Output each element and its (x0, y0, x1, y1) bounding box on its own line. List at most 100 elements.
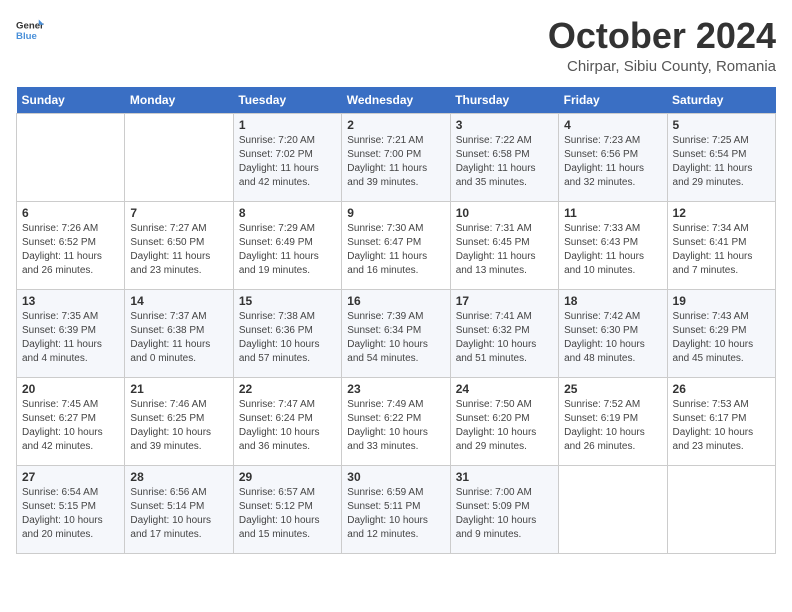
day-header-tuesday: Tuesday (233, 87, 341, 114)
day-number: 10 (456, 206, 553, 220)
day-info: Sunrise: 7:27 AM Sunset: 6:50 PM Dayligh… (130, 222, 227, 278)
day-number: 26 (673, 382, 770, 396)
day-number: 24 (456, 382, 553, 396)
calendar-table: SundayMondayTuesdayWednesdayThursdayFrid… (16, 87, 776, 554)
day-info: Sunrise: 7:34 AM Sunset: 6:41 PM Dayligh… (673, 222, 770, 278)
calendar-cell: 23Sunrise: 7:49 AM Sunset: 6:22 PM Dayli… (342, 377, 450, 465)
calendar-cell (559, 465, 667, 553)
day-info: Sunrise: 7:42 AM Sunset: 6:30 PM Dayligh… (564, 310, 661, 366)
day-number: 17 (456, 294, 553, 308)
day-info: Sunrise: 6:56 AM Sunset: 5:14 PM Dayligh… (130, 486, 227, 542)
day-header-wednesday: Wednesday (342, 87, 450, 114)
day-info: Sunrise: 7:23 AM Sunset: 6:56 PM Dayligh… (564, 134, 661, 190)
header: General Blue October 2024 Chirpar, Sibiu… (16, 16, 776, 75)
day-number: 14 (130, 294, 227, 308)
calendar-cell: 5Sunrise: 7:25 AM Sunset: 6:54 PM Daylig… (667, 113, 775, 201)
day-number: 5 (673, 118, 770, 132)
day-header-monday: Monday (125, 87, 233, 114)
calendar-cell (125, 113, 233, 201)
calendar-cell: 30 Sunrise: 6:59 AM Sunset: 5:11 PM Dayli… (342, 465, 450, 553)
day-number: 16 (347, 294, 444, 308)
calendar-cell: 17Sunrise: 7:41 AM Sunset: 6:32 PM Dayli… (450, 289, 558, 377)
calendar-week-row: 13 Sunrise: 7:35 AM Sunset: 6:39 PM Dayli… (17, 289, 776, 377)
calendar-cell: 29 Sunrise: 6:57 AM Sunset: 5:12 PM Dayli… (233, 465, 341, 553)
day-info: Sunrise: 7:00 AM Sunset: 5:09 PM Dayligh… (456, 486, 553, 542)
calendar-cell: 31 Sunrise: 7:00 AM Sunset: 5:09 PM Dayli… (450, 465, 558, 553)
day-number: 22 (239, 382, 336, 396)
calendar-cell: 27 Sunrise: 6:54 AM Sunset: 5:15 PM Dayli… (17, 465, 125, 553)
day-number: 8 (239, 206, 336, 220)
day-info: Sunrise: 7:43 AM Sunset: 6:29 PM Dayligh… (673, 310, 770, 366)
day-number: 3 (456, 118, 553, 132)
calendar-cell: 21 Sunrise: 7:46 AM Sunset: 6:25 PM Dayli… (125, 377, 233, 465)
calendar-week-row: 1 Sunrise: 7:20 AM Sunset: 7:02 PM Daylig… (17, 113, 776, 201)
calendar-cell: 20 Sunrise: 7:45 AM Sunset: 6:27 PM Dayli… (17, 377, 125, 465)
calendar-cell: 14Sunrise: 7:37 AM Sunset: 6:38 PM Dayli… (125, 289, 233, 377)
calendar-week-row: 27 Sunrise: 6:54 AM Sunset: 5:15 PM Dayli… (17, 465, 776, 553)
calendar-cell: 24Sunrise: 7:50 AM Sunset: 6:20 PM Dayli… (450, 377, 558, 465)
day-info: Sunrise: 7:52 AM Sunset: 6:19 PM Dayligh… (564, 398, 661, 454)
calendar-cell: 1 Sunrise: 7:20 AM Sunset: 7:02 PM Daylig… (233, 113, 341, 201)
day-number: 30 (347, 470, 444, 484)
day-number: 23 (347, 382, 444, 396)
month-title: October 2024 (548, 16, 776, 56)
day-number: 27 (22, 470, 119, 484)
day-info: Sunrise: 7:33 AM Sunset: 6:43 PM Dayligh… (564, 222, 661, 278)
calendar-cell: 25 Sunrise: 7:52 AM Sunset: 6:19 PM Dayli… (559, 377, 667, 465)
calendar-cell: 13 Sunrise: 7:35 AM Sunset: 6:39 PM Dayli… (17, 289, 125, 377)
calendar-cell: 18 Sunrise: 7:42 AM Sunset: 6:30 PM Dayli… (559, 289, 667, 377)
logo-icon: General Blue (16, 16, 44, 44)
calendar-cell: 2Sunrise: 7:21 AM Sunset: 7:00 PM Daylig… (342, 113, 450, 201)
day-info: Sunrise: 6:59 AM Sunset: 5:11 PM Dayligh… (347, 486, 444, 542)
day-number: 4 (564, 118, 661, 132)
day-number: 18 (564, 294, 661, 308)
day-info: Sunrise: 7:46 AM Sunset: 6:25 PM Dayligh… (130, 398, 227, 454)
day-info: Sunrise: 6:54 AM Sunset: 5:15 PM Dayligh… (22, 486, 119, 542)
day-header-thursday: Thursday (450, 87, 558, 114)
calendar-cell: 22Sunrise: 7:47 AM Sunset: 6:24 PM Dayli… (233, 377, 341, 465)
location-title: Chirpar, Sibiu County, Romania (548, 58, 776, 75)
day-number: 21 (130, 382, 227, 396)
day-number: 9 (347, 206, 444, 220)
calendar-cell: 7 Sunrise: 7:27 AM Sunset: 6:50 PM Daylig… (125, 201, 233, 289)
day-header-saturday: Saturday (667, 87, 775, 114)
calendar-cell: 8 Sunrise: 7:29 AM Sunset: 6:49 PM Daylig… (233, 201, 341, 289)
day-number: 1 (239, 118, 336, 132)
day-info: Sunrise: 7:38 AM Sunset: 6:36 PM Dayligh… (239, 310, 336, 366)
calendar-week-row: 20 Sunrise: 7:45 AM Sunset: 6:27 PM Dayli… (17, 377, 776, 465)
day-number: 20 (22, 382, 119, 396)
day-info: Sunrise: 7:29 AM Sunset: 6:49 PM Dayligh… (239, 222, 336, 278)
calendar-cell: 28Sunrise: 6:56 AM Sunset: 5:14 PM Dayli… (125, 465, 233, 553)
svg-text:Blue: Blue (16, 31, 37, 42)
calendar-cell: 9Sunrise: 7:30 AM Sunset: 6:47 PM Daylig… (342, 201, 450, 289)
calendar-cell: 16 Sunrise: 7:39 AM Sunset: 6:34 PM Dayli… (342, 289, 450, 377)
day-info: Sunrise: 7:31 AM Sunset: 6:45 PM Dayligh… (456, 222, 553, 278)
day-number: 19 (673, 294, 770, 308)
day-number: 6 (22, 206, 119, 220)
day-info: Sunrise: 7:21 AM Sunset: 7:00 PM Dayligh… (347, 134, 444, 190)
day-info: Sunrise: 7:26 AM Sunset: 6:52 PM Dayligh… (22, 222, 119, 278)
day-info: Sunrise: 7:53 AM Sunset: 6:17 PM Dayligh… (673, 398, 770, 454)
day-header-sunday: Sunday (17, 87, 125, 114)
calendar-cell: 11Sunrise: 7:33 AM Sunset: 6:43 PM Dayli… (559, 201, 667, 289)
day-number: 7 (130, 206, 227, 220)
day-number: 13 (22, 294, 119, 308)
day-info: Sunrise: 7:39 AM Sunset: 6:34 PM Dayligh… (347, 310, 444, 366)
calendar-cell: 19 Sunrise: 7:43 AM Sunset: 6:29 PM Dayli… (667, 289, 775, 377)
calendar-cell: 6 Sunrise: 7:26 AM Sunset: 6:52 PM Daylig… (17, 201, 125, 289)
day-info: Sunrise: 7:35 AM Sunset: 6:39 PM Dayligh… (22, 310, 119, 366)
day-info: Sunrise: 6:57 AM Sunset: 5:12 PM Dayligh… (239, 486, 336, 542)
calendar-body: 1 Sunrise: 7:20 AM Sunset: 7:02 PM Daylig… (17, 113, 776, 553)
calendar-cell: 10 Sunrise: 7:31 AM Sunset: 6:45 PM Dayli… (450, 201, 558, 289)
day-number: 25 (564, 382, 661, 396)
day-info: Sunrise: 7:45 AM Sunset: 6:27 PM Dayligh… (22, 398, 119, 454)
day-number: 29 (239, 470, 336, 484)
calendar-cell (17, 113, 125, 201)
day-header-friday: Friday (559, 87, 667, 114)
calendar-cell: 4 Sunrise: 7:23 AM Sunset: 6:56 PM Daylig… (559, 113, 667, 201)
day-number: 31 (456, 470, 553, 484)
day-info: Sunrise: 7:22 AM Sunset: 6:58 PM Dayligh… (456, 134, 553, 190)
day-number: 15 (239, 294, 336, 308)
calendar-week-row: 6 Sunrise: 7:26 AM Sunset: 6:52 PM Daylig… (17, 201, 776, 289)
day-info: Sunrise: 7:20 AM Sunset: 7:02 PM Dayligh… (239, 134, 336, 190)
